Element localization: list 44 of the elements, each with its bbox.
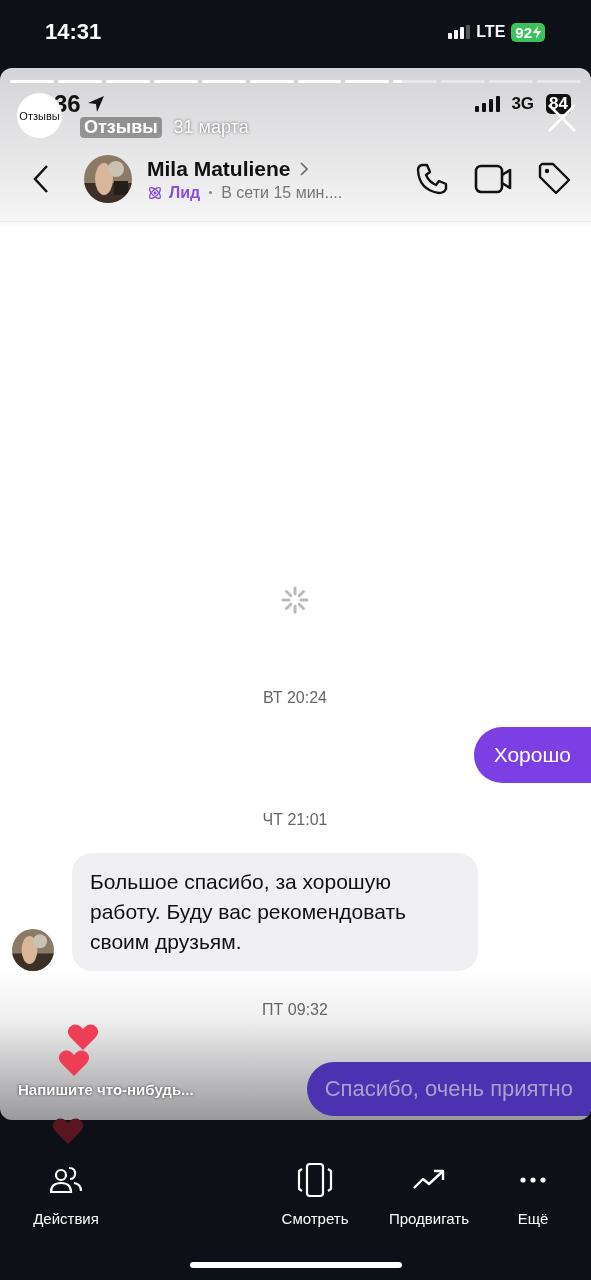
action-tab[interactable]: Действия — [16, 1160, 116, 1227]
signal-icon — [448, 25, 471, 39]
action-tab[interactable]: Ещё — [503, 1160, 563, 1227]
chevron-icon — [298, 160, 309, 177]
presence-status: В сети 15 мин.... — [221, 183, 343, 202]
story-progress-segment — [10, 80, 54, 83]
tag-icon[interactable] — [537, 162, 571, 196]
action-tab[interactable]: Смотреть — [265, 1160, 365, 1227]
more-icon — [520, 1177, 546, 1183]
video-camera-icon[interactable] — [474, 163, 512, 195]
story-progress-segment — [105, 80, 150, 83]
heart-icon — [52, 1117, 84, 1145]
heart-icon — [67, 1023, 99, 1051]
story-progress-segment — [57, 80, 102, 83]
story-progress-segment — [249, 80, 294, 83]
action-tab[interactable]: Продвигать — [374, 1160, 484, 1227]
message-timestamp: ВТ 20:24 — [263, 689, 327, 707]
message-timestamp: ПТ 09:32 — [262, 1001, 328, 1019]
sent-reply-message: Спасибо, очень приятно — [306, 1062, 591, 1116]
story-progress-segment — [201, 80, 246, 83]
heart-icon — [58, 1049, 90, 1077]
story-date: 31 марта — [173, 116, 249, 138]
story-progress-segment — [153, 80, 198, 83]
outgoing-message: Хорошо — [473, 727, 591, 783]
status-time: 14:31 — [45, 19, 102, 45]
people-icon — [49, 1165, 83, 1195]
story-progress-segment — [297, 80, 342, 83]
back-icon[interactable] — [32, 164, 50, 194]
incoming-message: Большое спасибо, за хорошую работу. Буду вас рекомендовать своим друзьям. — [72, 853, 478, 971]
atom-icon — [147, 184, 163, 201]
phone-icon[interactable] — [415, 162, 449, 196]
lead-tag: Лид — [169, 183, 201, 202]
story-progress-segment — [345, 80, 390, 83]
location-arrow-icon — [86, 95, 105, 113]
battery-level: 92 — [515, 23, 532, 41]
loading-spinner-icon — [280, 585, 310, 615]
signal-icon — [475, 96, 502, 112]
bolt-icon — [533, 25, 541, 39]
phone-frame-icon — [297, 1162, 333, 1198]
contact-name[interactable]: Mila Matuliene — [147, 156, 291, 181]
message-timestamp: ЧТ 21:01 — [262, 811, 328, 829]
separator-dot — [209, 191, 213, 194]
network-label: 3G — [511, 94, 535, 114]
network-label: LTE — [476, 23, 506, 41]
